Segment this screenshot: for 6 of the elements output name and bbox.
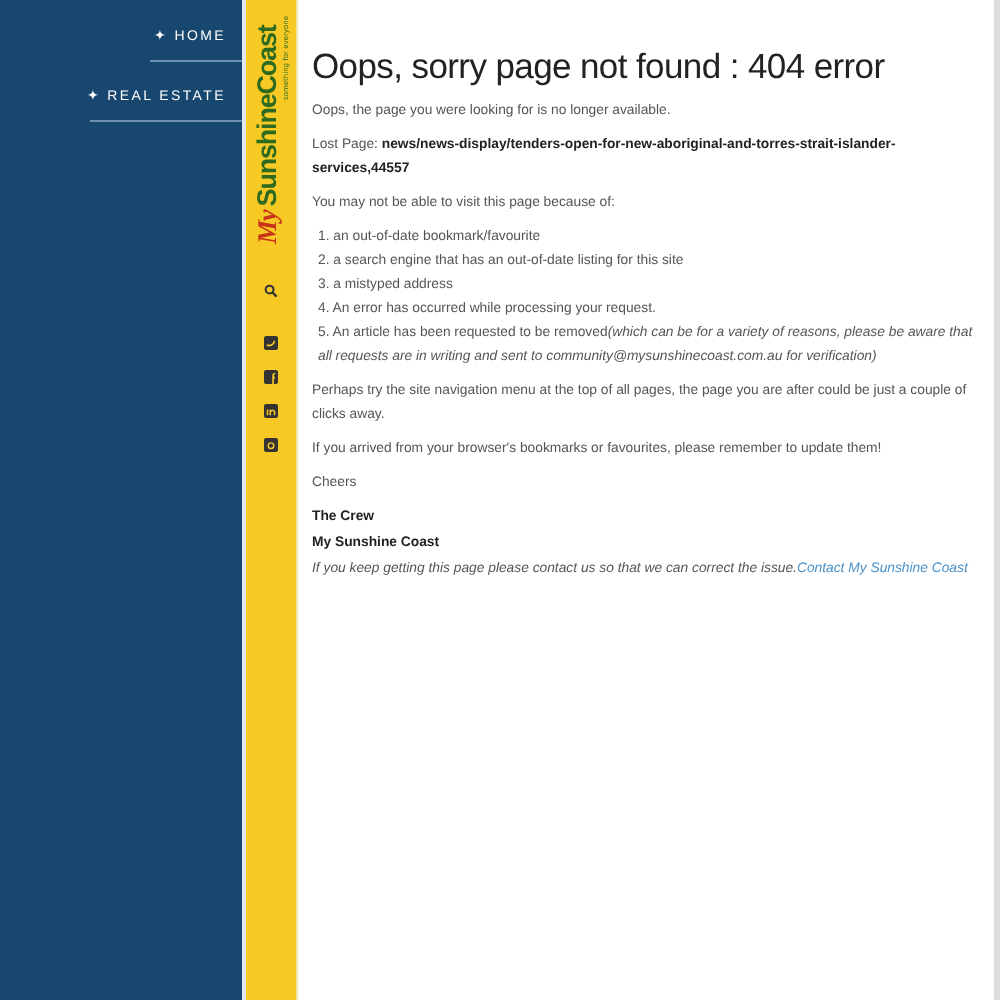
facebook-icon[interactable] [264,370,278,384]
logo-text: MySunshineCoast [253,22,281,244]
page-title: Oops, sorry page not found : 404 error [312,44,887,88]
instagram-icon[interactable] [264,438,278,452]
linkedin-icon[interactable] [264,404,278,418]
search-icon[interactable] [264,284,278,298]
